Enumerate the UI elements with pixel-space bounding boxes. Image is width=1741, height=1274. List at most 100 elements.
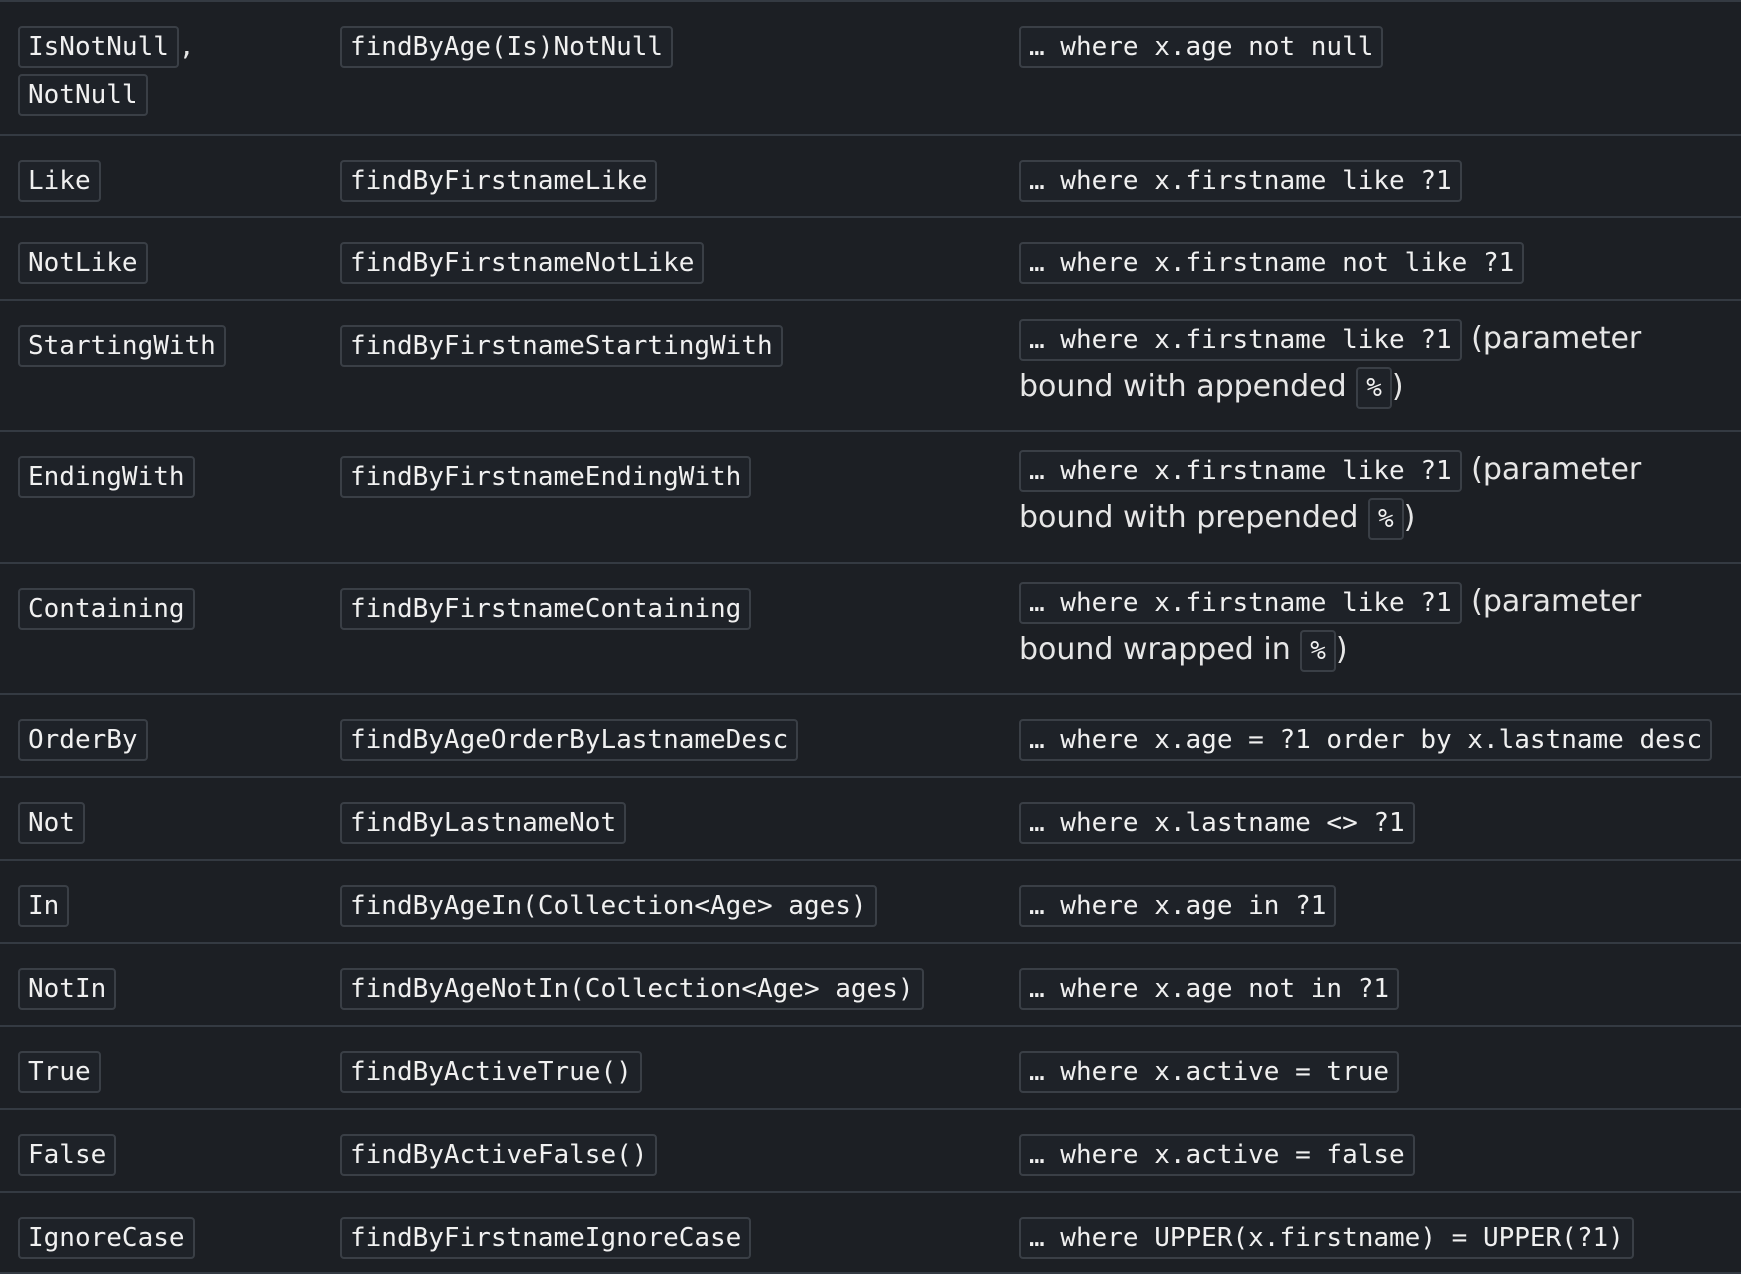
jpql-note-suffix: ) [1391, 369, 1404, 404]
jpql-note-suffix: ) [1403, 500, 1416, 535]
table-row: NotIn findByAgeNotIn(Collection<Age> age… [0, 942, 1741, 1025]
keyword-cell: StartingWith [18, 325, 318, 367]
sample-code: findByFirstnameIgnoreCase [340, 1217, 752, 1259]
keyword-code: NotNull [18, 74, 148, 116]
jpql-cell: … where x.age not null [1019, 26, 1735, 68]
sample-code: findByFirstnameNotLike [340, 242, 705, 284]
keyword-code: NotIn [18, 968, 117, 1010]
keyword-code: StartingWith [18, 325, 226, 367]
jpql-cell: … where x.age = ?1 order by x.lastname d… [1019, 719, 1735, 761]
table-row: IsNotNull, NotNull findByAge(Is)NotNull … [0, 0, 1741, 134]
sample-cell: findByFirstnameLike [340, 160, 1000, 202]
table-row: OrderBy findByAgeOrderByLastnameDesc … w… [0, 693, 1741, 776]
jpql-code: … where x.firstname like ?1 [1019, 582, 1462, 624]
sample-cell: findByActiveTrue() [340, 1051, 1000, 1093]
sample-cell: findByFirstnameIgnoreCase [340, 1217, 1000, 1259]
jpql-cell: … where x.active = false [1019, 1134, 1735, 1176]
jpql-code: … where x.firstname like ?1 [1019, 450, 1462, 492]
keyword-cell: NotIn [18, 968, 318, 1010]
sample-code: findByActiveFalse() [340, 1134, 658, 1176]
sample-code: findByActiveTrue() [340, 1051, 642, 1093]
table-row: Like findByFirstnameLike … where x.first… [0, 134, 1741, 216]
keyword-code: False [18, 1134, 117, 1176]
table-row: In findByAgeIn(Collection<Age> ages) … w… [0, 859, 1741, 942]
jpql-code: … where x.age not null [1019, 26, 1384, 68]
keyword-cell: IsNotNull, NotNull [18, 26, 318, 116]
jpql-code: … where x.lastname <> ?1 [1019, 802, 1415, 844]
jpql-cell: … where x.age in ?1 [1019, 885, 1735, 927]
sample-cell: findByFirstnameNotLike [340, 242, 1000, 284]
keyword-code: OrderBy [18, 719, 148, 761]
sample-code: findByFirstnameStartingWith [340, 325, 783, 367]
keyword-cell: IgnoreCase [18, 1217, 318, 1259]
jpql-note-suffix: ) [1335, 632, 1348, 667]
jpql-code: … where UPPER(x.firstname) = UPPER(?1) [1019, 1217, 1634, 1259]
keyword-code: In [18, 885, 70, 927]
sample-cell: findByFirstnameContaining [340, 588, 1000, 630]
jpql-code: … where x.firstname not like ?1 [1019, 242, 1525, 284]
table-row: StartingWith findByFirstnameStartingWith… [0, 299, 1741, 430]
sample-code: findByAgeOrderByLastnameDesc [340, 719, 799, 761]
sample-code: findByAgeNotIn(Collection<Age> ages) [340, 968, 924, 1010]
keyword-code: IsNotNull [18, 26, 179, 68]
keyword-table: IsNotNull, NotNull findByAge(Is)NotNull … [0, 0, 1741, 1274]
keyword-code: Like [18, 160, 101, 202]
jpql-cell: … where UPPER(x.firstname) = UPPER(?1) [1019, 1217, 1735, 1259]
table-row: Containing findByFirstnameContaining … w… [0, 562, 1741, 693]
sample-code: findByAgeIn(Collection<Age> ages) [340, 885, 877, 927]
jpql-code: … where x.age in ?1 [1019, 885, 1337, 927]
sample-cell: findByAge(Is)NotNull [340, 26, 1000, 68]
keyword-cell: Containing [18, 588, 318, 630]
jpql-cell: … where x.active = true [1019, 1051, 1735, 1093]
wildcard-code: % [1300, 630, 1336, 672]
keyword-cell: NotLike [18, 242, 318, 284]
table-row: EndingWith findByFirstnameEndingWith … w… [0, 430, 1741, 562]
keyword-cell: Not [18, 802, 318, 844]
sample-code: findByFirstnameLike [340, 160, 658, 202]
keyword-code: IgnoreCase [18, 1217, 195, 1259]
jpql-code: … where x.firstname like ?1 [1019, 160, 1462, 202]
keyword-cell: Like [18, 160, 318, 202]
sample-cell: findByLastnameNot [340, 802, 1000, 844]
sample-code: findByFirstnameEndingWith [340, 456, 752, 498]
keyword-code: Not [18, 802, 85, 844]
jpql-cell: … where x.firstname like ?1 [1019, 160, 1735, 202]
jpql-cell: … where x.firstname like ?1 (parameter b… [1019, 446, 1735, 542]
keyword-cell: EndingWith [18, 456, 318, 498]
sample-code: findByFirstnameContaining [340, 588, 752, 630]
jpql-cell: … where x.firstname not like ?1 [1019, 242, 1735, 284]
jpql-code: … where x.active = false [1019, 1134, 1415, 1176]
table-row: True findByActiveTrue() … where x.active… [0, 1025, 1741, 1108]
sample-cell: findByAgeOrderByLastnameDesc [340, 719, 1000, 761]
jpql-cell: … where x.firstname like ?1 (parameter b… [1019, 315, 1735, 411]
sample-cell: findByFirstnameEndingWith [340, 456, 1000, 498]
table-row: Not findByLastnameNot … where x.lastname… [0, 776, 1741, 859]
keyword-cell: In [18, 885, 318, 927]
sample-code: findByLastnameNot [340, 802, 627, 844]
sample-cell: findByFirstnameStartingWith [340, 325, 1000, 367]
keyword-cell: OrderBy [18, 719, 318, 761]
keyword-code: True [18, 1051, 101, 1093]
sample-code: findByAge(Is)NotNull [340, 26, 674, 68]
keyword-code: NotLike [18, 242, 148, 284]
jpql-code: … where x.firstname like ?1 [1019, 319, 1462, 361]
jpql-code: … where x.active = true [1019, 1051, 1400, 1093]
table-row: NotLike findByFirstnameNotLike … where x… [0, 216, 1741, 299]
jpql-cell: … where x.lastname <> ?1 [1019, 802, 1735, 844]
wildcard-code: % [1356, 367, 1392, 409]
keyword-separator: , [178, 32, 195, 62]
keyword-code: Containing [18, 588, 195, 630]
sample-cell: findByAgeNotIn(Collection<Age> ages) [340, 968, 1000, 1010]
keyword-cell: False [18, 1134, 318, 1176]
jpql-cell: … where x.firstname like ?1 (parameter b… [1019, 578, 1735, 674]
sample-cell: findByAgeIn(Collection<Age> ages) [340, 885, 1000, 927]
sample-cell: findByActiveFalse() [340, 1134, 1000, 1176]
table-row: IgnoreCase findByFirstnameIgnoreCase … w… [0, 1191, 1741, 1274]
keyword-cell: True [18, 1051, 318, 1093]
table-row: False findByActiveFalse() … where x.acti… [0, 1108, 1741, 1191]
keyword-code: EndingWith [18, 456, 195, 498]
wildcard-code: % [1367, 498, 1404, 540]
jpql-code: … where x.age not in ?1 [1019, 968, 1400, 1010]
jpql-code: … where x.age = ?1 order by x.lastname d… [1019, 719, 1713, 761]
jpql-cell: … where x.age not in ?1 [1019, 968, 1735, 1010]
